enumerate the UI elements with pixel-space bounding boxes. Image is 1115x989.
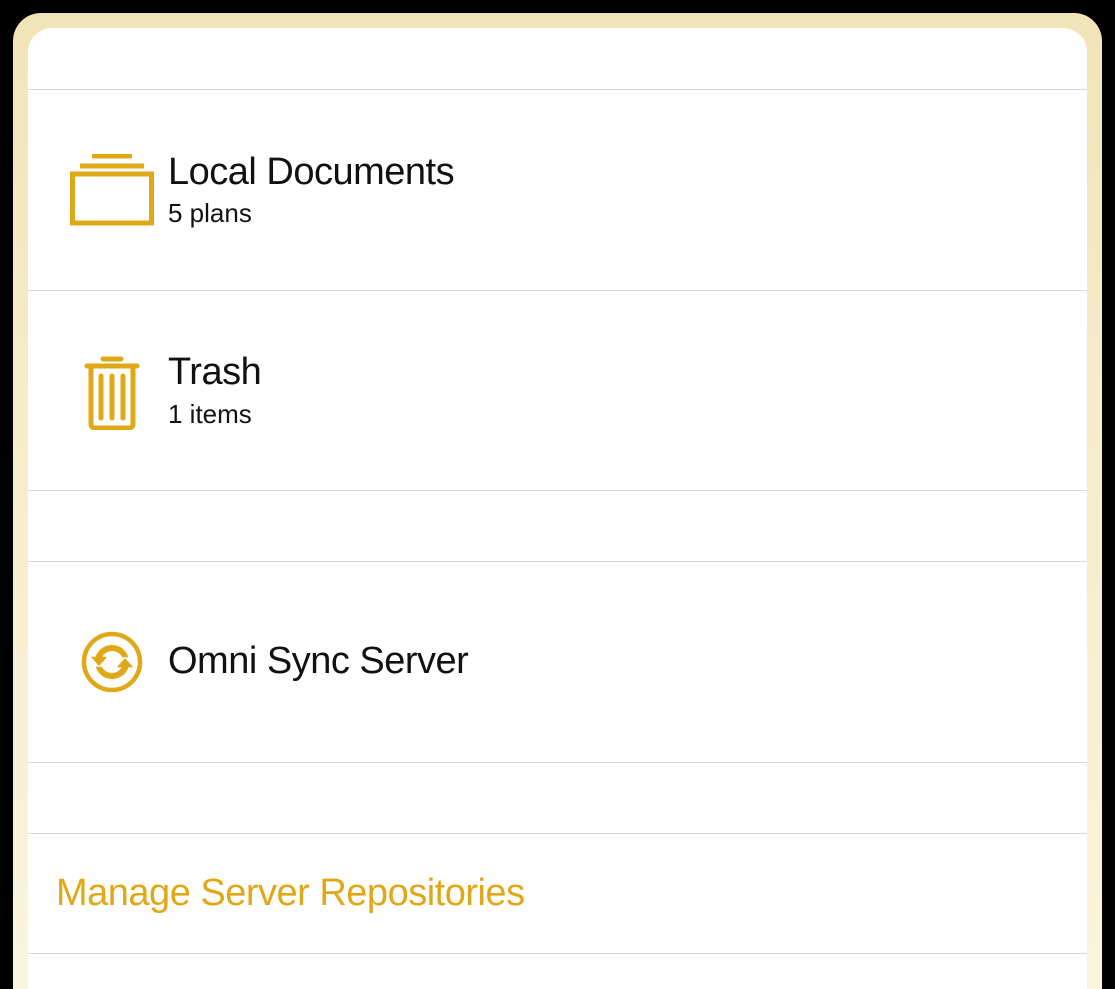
trash-subtitle: 1 items bbox=[168, 399, 1059, 430]
section-spacer bbox=[28, 491, 1087, 562]
header bbox=[28, 28, 1087, 90]
folder-stack-icon bbox=[70, 154, 154, 226]
manage-link-label: Manage Server Repositories bbox=[56, 872, 525, 915]
trash-icon bbox=[81, 352, 143, 430]
section-spacer-2 bbox=[28, 763, 1087, 834]
local-subtitle: 5 plans bbox=[168, 198, 1059, 229]
local-title: Local Documents bbox=[168, 151, 1059, 195]
trash-title: Trash bbox=[168, 351, 1059, 395]
sync-title: Omni Sync Server bbox=[168, 640, 1059, 684]
sync-icon bbox=[81, 631, 143, 693]
manage-server-repositories-link[interactable]: Manage Server Repositories bbox=[28, 834, 1087, 954]
row-trash[interactable]: Trash 1 items bbox=[28, 291, 1087, 490]
row-local-documents[interactable]: Local Documents 5 plans bbox=[28, 90, 1087, 290]
row-omni-sync-server[interactable]: Omni Sync Server bbox=[28, 562, 1087, 762]
locations-card: Local Documents 5 plans bbox=[28, 28, 1087, 989]
